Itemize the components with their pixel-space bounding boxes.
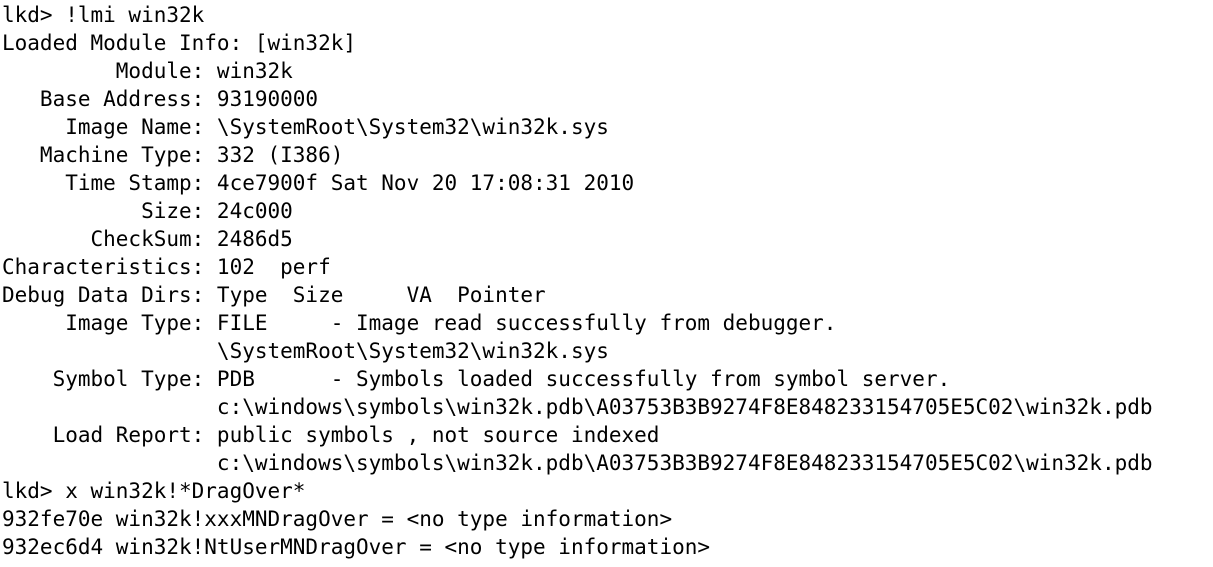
console-line-load-report-path: c:\windows\symbols\win32k.pdb\A03753B3B9… <box>2 451 1153 475</box>
console-line-load-report: Load Report: public symbols , not source… <box>2 423 660 447</box>
console-line-size: Size: 24c000 <box>2 199 293 223</box>
console-line-image-path: \SystemRoot\System32\win32k.sys <box>2 339 609 363</box>
console-line-checksum: CheckSum: 2486d5 <box>2 227 293 251</box>
console-line-symbol-result: 932fe70e win32k!xxxMNDragOver = <no type… <box>2 507 673 531</box>
console-line-symbol-path: c:\windows\symbols\win32k.pdb\A03753B3B9… <box>2 395 1153 419</box>
console-line-base-address: Base Address: 93190000 <box>2 87 319 111</box>
debugger-console-output[interactable]: lkd> !lmi win32k Loaded Module Info: [wi… <box>2 1 1211 565</box>
console-line-debug-data-dirs: Debug Data Dirs: Type Size VA Pointer <box>2 283 546 307</box>
console-line-command-lmi: lkd> !lmi win32k <box>2 3 205 27</box>
console-line-time-stamp: Time Stamp: 4ce7900f Sat Nov 20 17:08:31… <box>2 171 635 195</box>
console-line-module: Module: win32k <box>2 59 293 83</box>
console-line-characteristics: Characteristics: 102 perf <box>2 255 331 279</box>
console-line-symbol-result: 932ec6d4 win32k!NtUserMNDragOver = <no t… <box>2 535 711 559</box>
console-line-symbol-type: Symbol Type: PDB - Symbols loaded succes… <box>2 367 951 391</box>
console-line-machine-type: Machine Type: 332 (I386) <box>2 143 344 167</box>
console-line-module-info-header: Loaded Module Info: [win32k] <box>2 31 357 55</box>
console-line-image-name: Image Name: \SystemRoot\System32\win32k.… <box>2 115 609 139</box>
console-line-command-x: lkd> x win32k!*DragOver* <box>2 479 306 503</box>
console-line-image-type: Image Type: FILE - Image read successful… <box>2 311 837 335</box>
